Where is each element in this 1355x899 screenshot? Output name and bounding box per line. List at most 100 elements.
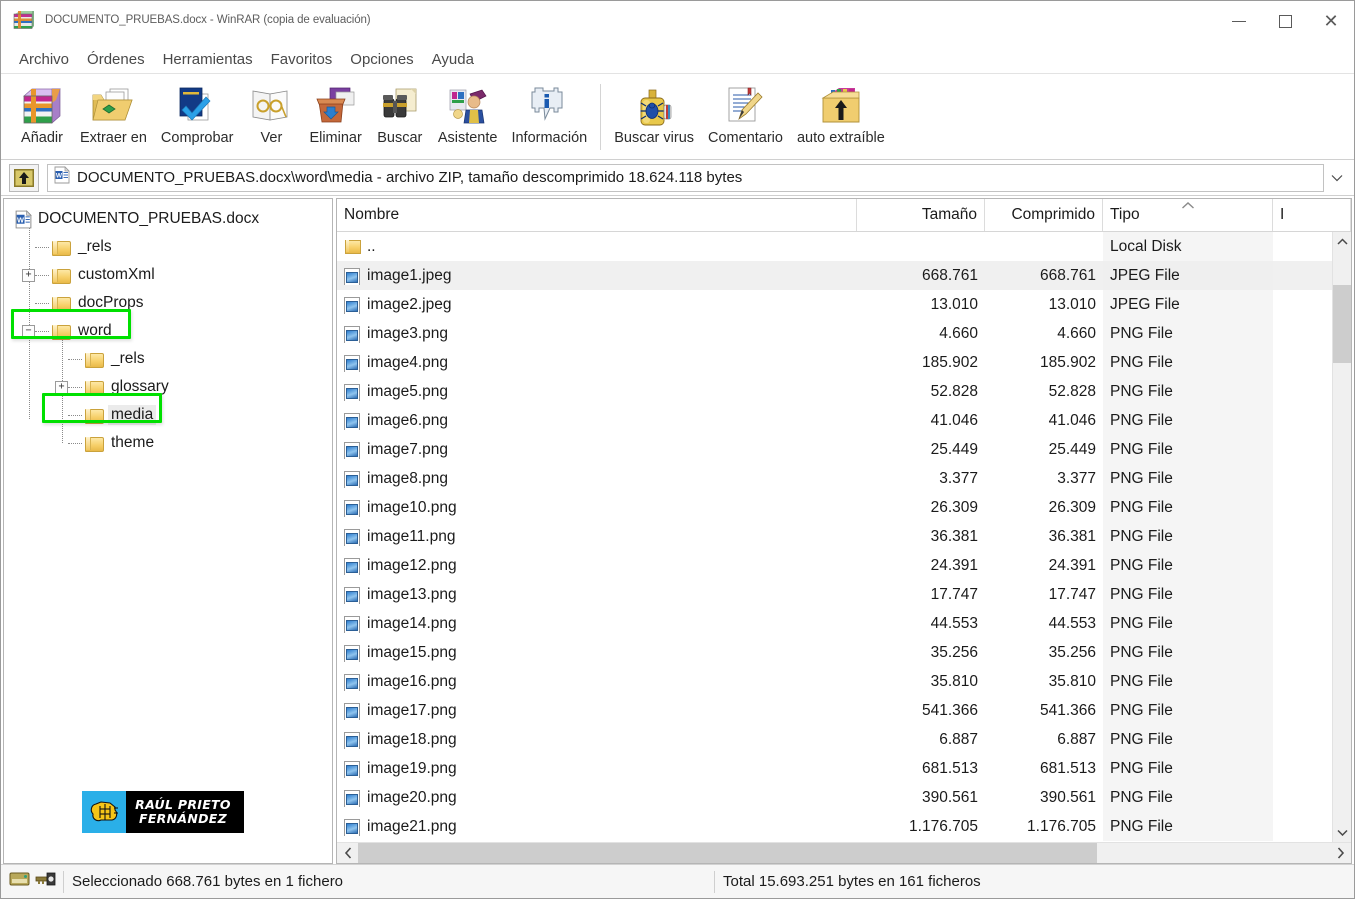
menu-archivo[interactable]: Archivo bbox=[10, 49, 78, 70]
folder-tree-pane[interactable]: W DOCUMENTO_PRUEBAS.docx _rels + customX… bbox=[3, 198, 333, 864]
scrollbar-track[interactable] bbox=[1333, 251, 1351, 823]
scrollbar-thumb[interactable] bbox=[1333, 285, 1351, 363]
table-row[interactable]: .. Local Disk bbox=[337, 232, 1351, 261]
cell-tamano: 25.449 bbox=[930, 440, 978, 458]
cell-nombre: image16.png bbox=[367, 672, 457, 690]
toolbar-button-find[interactable]: Buscar bbox=[369, 80, 431, 147]
table-row[interactable]: image7.png 25.449 25.449 PNG File bbox=[337, 435, 1351, 464]
folder-icon bbox=[85, 408, 104, 424]
toolbar-button-extract[interactable]: Extraer en bbox=[73, 80, 154, 147]
tree-label-word: word bbox=[78, 322, 112, 339]
table-row[interactable]: image21.png 1.176.705 1.176.705 PNG File bbox=[337, 812, 1351, 841]
file-list-body[interactable]: .. Local Disk image1.jpeg 668.761 668.76… bbox=[337, 232, 1351, 842]
menu-favoritos[interactable]: Favoritos bbox=[262, 49, 342, 70]
toolbar-button-wizard[interactable]: Asistente bbox=[431, 80, 505, 147]
table-row[interactable]: image1.jpeg 668.761 668.761 JPEG File bbox=[337, 261, 1351, 290]
file-list-pane[interactable]: Nombre Tamaño Comprimido Tipo I .. Local… bbox=[336, 198, 1352, 864]
toolbar-button-delete[interactable]: Eliminar bbox=[302, 80, 368, 147]
column-header-modificado[interactable]: I bbox=[1273, 199, 1351, 231]
tree-label-media: media bbox=[108, 405, 157, 425]
table-row[interactable]: image12.png 24.391 24.391 PNG File bbox=[337, 551, 1351, 580]
cell-nombre: image14.png bbox=[367, 614, 457, 632]
table-row[interactable]: image16.png 35.810 35.810 PNG File bbox=[337, 667, 1351, 696]
close-button[interactable]: ✕ bbox=[1308, 1, 1354, 41]
cell-comprimido: 35.810 bbox=[1048, 672, 1096, 690]
minimize-button[interactable] bbox=[1216, 1, 1262, 41]
table-row[interactable]: image15.png 35.256 35.256 PNG File bbox=[337, 638, 1351, 667]
table-row[interactable]: image19.png 681.513 681.513 PNG File bbox=[337, 754, 1351, 783]
delete-recycle-bin-icon bbox=[312, 82, 360, 128]
table-row[interactable]: image13.png 17.747 17.747 PNG File bbox=[337, 580, 1351, 609]
chevron-down-icon[interactable] bbox=[1324, 165, 1350, 191]
menu-opciones[interactable]: Opciones bbox=[341, 49, 422, 70]
column-header-comprimido[interactable]: Comprimido bbox=[985, 199, 1103, 231]
cell-comprimido: 6.887 bbox=[1057, 730, 1096, 748]
menu-ordenes[interactable]: Órdenes bbox=[78, 49, 154, 70]
image-file-icon bbox=[344, 586, 360, 604]
chevron-left-icon[interactable] bbox=[337, 843, 358, 863]
minimize-icon bbox=[1232, 20, 1246, 22]
table-row[interactable]: image17.png 541.366 541.366 PNG File bbox=[337, 696, 1351, 725]
table-row[interactable]: image11.png 36.381 36.381 PNG File bbox=[337, 522, 1351, 551]
table-row[interactable]: image2.jpeg 13.010 13.010 JPEG File bbox=[337, 290, 1351, 319]
chevron-right-icon[interactable] bbox=[1330, 843, 1351, 863]
table-row[interactable]: image5.png 52.828 52.828 PNG File bbox=[337, 377, 1351, 406]
toolbar-button-add[interactable]: Añadir bbox=[11, 80, 73, 147]
cell-nombre: image17.png bbox=[367, 701, 457, 719]
toolbar-button-test[interactable]: Comprobar bbox=[154, 80, 241, 147]
vertical-scrollbar[interactable] bbox=[1332, 232, 1351, 842]
table-row[interactable]: image4.png 185.902 185.902 PNG File bbox=[337, 348, 1351, 377]
table-row[interactable]: image14.png 44.553 44.553 PNG File bbox=[337, 609, 1351, 638]
table-row[interactable]: image10.png 26.309 26.309 PNG File bbox=[337, 493, 1351, 522]
maximize-button[interactable] bbox=[1262, 1, 1308, 41]
tree-node-theme[interactable]: theme bbox=[4, 429, 332, 457]
archive-path-field[interactable]: W DOCUMENTO_PRUEBAS.docx\word\media - ar… bbox=[47, 163, 1324, 192]
watermark-text: RAÚL PRIETO FERNÁNDEZ bbox=[126, 798, 244, 826]
toolbar-button-sfx[interactable]: auto extraíble bbox=[790, 80, 892, 147]
tree-node-word[interactable]: − word bbox=[4, 317, 332, 345]
column-header-tipo[interactable]: Tipo bbox=[1103, 199, 1273, 231]
cell-tamano: 390.561 bbox=[921, 788, 978, 806]
tree-label-root: DOCUMENTO_PRUEBAS.docx bbox=[38, 210, 260, 227]
chevron-down-icon[interactable] bbox=[1333, 823, 1351, 842]
hscrollbar-thumb[interactable] bbox=[358, 843, 1097, 863]
hscrollbar-track[interactable] bbox=[358, 843, 1330, 863]
menu-ayuda[interactable]: Ayuda bbox=[423, 49, 483, 70]
tree-node-docprops[interactable]: docProps bbox=[4, 289, 332, 317]
cell-tamano: 185.902 bbox=[921, 353, 978, 371]
menu-herramientas[interactable]: Herramientas bbox=[154, 49, 262, 70]
table-row[interactable]: image6.png 41.046 41.046 PNG File bbox=[337, 406, 1351, 435]
horizontal-scrollbar[interactable] bbox=[337, 842, 1351, 863]
tree-node-root[interactable]: W DOCUMENTO_PRUEBAS.docx bbox=[4, 205, 332, 233]
tree-expander-minus-word[interactable]: − bbox=[22, 324, 35, 338]
tree-node-customxml[interactable]: + customXml bbox=[4, 261, 332, 289]
table-row[interactable]: image3.png 4.660 4.660 PNG File bbox=[337, 319, 1351, 348]
tree-node-rels[interactable]: _rels bbox=[4, 233, 332, 261]
column-header-nombre[interactable]: Nombre bbox=[337, 199, 857, 231]
tree-node-glossary[interactable]: + glossary bbox=[4, 373, 332, 401]
cell-comprimido: 668.761 bbox=[1039, 266, 1096, 284]
toolbar-button-comment[interactable]: Comentario bbox=[701, 80, 790, 147]
folder-icon bbox=[85, 436, 104, 452]
title-bar: DOCUMENTO_PRUEBAS.docx - WinRAR (copia d… bbox=[1, 1, 1354, 45]
cell-tipo: PNG File bbox=[1103, 348, 1273, 377]
tree-expander-plus-glossary[interactable]: + bbox=[55, 380, 68, 394]
cell-tamano: 541.366 bbox=[921, 701, 978, 719]
table-row[interactable]: image8.png 3.377 3.377 PNG File bbox=[337, 464, 1351, 493]
table-row[interactable]: image18.png 6.887 6.887 PNG File bbox=[337, 725, 1351, 754]
image-file-icon bbox=[344, 470, 360, 488]
cell-tamano: 24.391 bbox=[930, 556, 978, 574]
tree-node-media[interactable]: media bbox=[4, 401, 332, 429]
extract-folder-icon bbox=[89, 82, 137, 128]
column-header-tamano[interactable]: Tamaño bbox=[857, 199, 985, 231]
toolbar-button-info[interactable]: Información bbox=[504, 80, 594, 147]
chevron-up-icon[interactable] bbox=[1333, 232, 1351, 251]
toolbar-button-scanvirus[interactable]: Buscar virus bbox=[607, 80, 701, 147]
toolbar-button-view[interactable]: Ver bbox=[240, 80, 302, 147]
tree-expander-plus-customxml[interactable]: + bbox=[22, 268, 35, 282]
up-one-level-button[interactable] bbox=[9, 163, 39, 192]
drive-icon bbox=[9, 870, 31, 893]
tree-node-word-rels[interactable]: _rels bbox=[4, 345, 332, 373]
table-row[interactable]: image20.png 390.561 390.561 PNG File bbox=[337, 783, 1351, 812]
image-file-icon bbox=[344, 615, 360, 633]
